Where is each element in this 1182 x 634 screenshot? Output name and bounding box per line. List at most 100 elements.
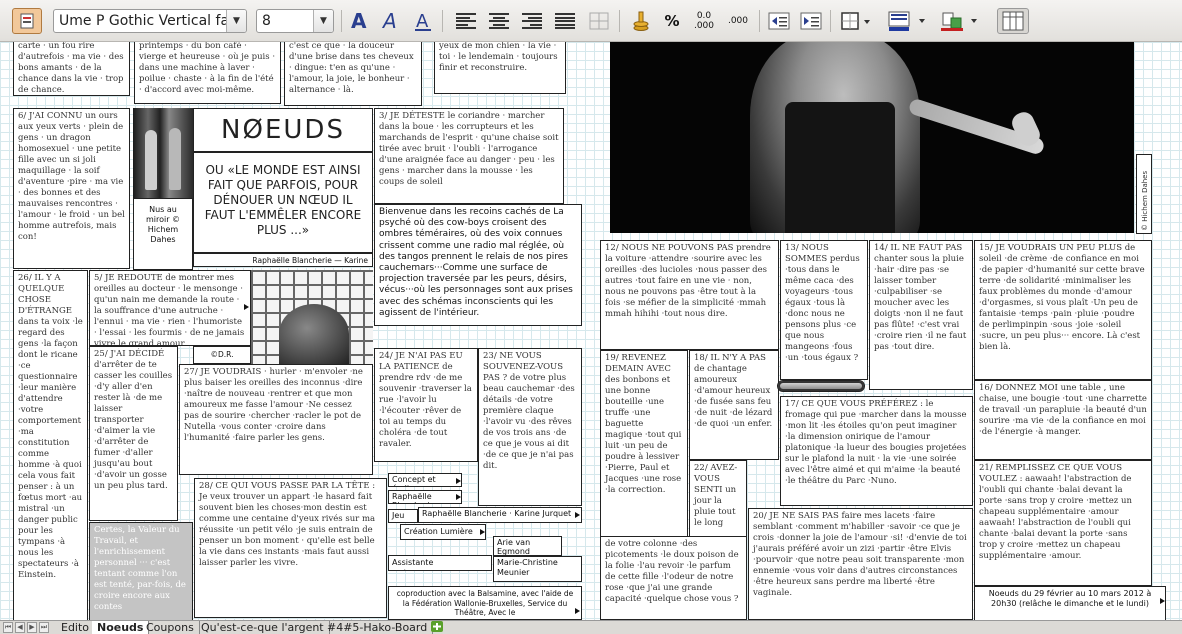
title-cell[interactable]: NØEUDS — [193, 108, 373, 152]
cell-20-sais-pas[interactable]: 20/ JE NE SAIS PAS faire mes lacets ·fai… — [748, 508, 973, 620]
tab-coupons[interactable]: Coupons — [141, 621, 200, 634]
cell-14-faut[interactable]: 14/ IL NE FAUT PAS chanter sous la pluie… — [869, 240, 973, 390]
show-subtitle: OU «LE MONDE EST AINSI FAIT QUE PARFOIS,… — [204, 163, 362, 237]
overflow-arrow — [456, 478, 461, 484]
toolbar-separator — [759, 10, 760, 32]
tab-label: #4#5-Hako-Board — [327, 621, 428, 634]
cell-3-deteste[interactable]: 3/ JE DÉTESTE le coriandre · marcher dan… — [374, 108, 564, 204]
venue-cell[interactable]: Noeuds du 29 février au 10 mars 2012 à 2… — [974, 586, 1166, 620]
cell-26-etrange[interactable]: 26/ IL Y A QUELQUE CHOSE D'ÉTRANGE dans … — [13, 270, 88, 620]
cell-5-redoute[interactable]: 5/ JE REDOUTE de montrer mes oreilles au… — [89, 270, 251, 346]
cell-top-1[interactable]: carte · un fou rire d'autrefois · ma vie… — [13, 42, 130, 96]
cell-21-remplissez[interactable]: 21/ REMPLISSEZ CE QUE VOUS VOULEZ : aawa… — [974, 460, 1152, 586]
cell-16-donnez[interactable]: 16/ DONNEZ MOI une table , une chaise, u… — [974, 380, 1152, 460]
add-sheet-button[interactable] — [426, 621, 448, 634]
coprod-cell[interactable]: coproduction avec la Balsamine, avec l'a… — [388, 586, 582, 620]
align-center-button[interactable] — [486, 8, 512, 34]
plus-icon — [431, 621, 443, 632]
cell-text: 27/ JE VOUDRAIS · hurler · m'envoler ·ne… — [184, 367, 363, 443]
intro-cell[interactable]: Bienvenue dans les recoins cachés de La … — [374, 204, 582, 326]
value-jeu[interactable]: Raphaëlle Blancherie · Karine Jurquet — [418, 507, 582, 523]
justify-button[interactable] — [552, 8, 578, 34]
bold-icon: A — [351, 10, 367, 32]
percent-button[interactable]: % — [660, 8, 684, 34]
font-size-value: 8 — [262, 13, 271, 29]
cell-text: coproduction avec la Balsamine, avec l'a… — [396, 589, 574, 617]
merge-cells-button[interactable] — [586, 8, 612, 34]
label-assist[interactable]: Assistante Scénographe — [388, 555, 492, 571]
cell-text: printemps · du bon café · vierge et heur… — [139, 42, 276, 95]
cell-top-4[interactable]: yeux de mon chien · la vie · toi · le le… — [434, 42, 566, 94]
styles-button[interactable] — [12, 8, 42, 34]
italic-button[interactable]: A — [378, 8, 404, 34]
borders-button[interactable] — [838, 8, 876, 34]
tab-hako-board[interactable]: #4#5-Hako-Board — [322, 621, 434, 634]
decrease-indent-button[interactable] — [766, 8, 792, 34]
cell-25-decide[interactable]: 25/ J'AI DÉCIDÉ d'arrêter de te casser l… — [89, 346, 178, 521]
number-format-button[interactable]: 0.0 .000 — [690, 8, 718, 34]
spreadsheet-grid[interactable]: carte · un fou rire d'autrefois · ma vie… — [0, 42, 1182, 620]
label-concept[interactable]: Concept et écriture — [388, 473, 462, 487]
percent-icon: % — [664, 12, 680, 30]
font-size-combo[interactable]: 8 ▼ — [256, 9, 334, 33]
increase-indent-button[interactable] — [798, 8, 824, 34]
value-creation[interactable]: Arie van Egmond — [493, 536, 562, 556]
cell-top-2[interactable]: printemps · du bon café · vierge et heur… — [134, 42, 281, 104]
last-sheet-button[interactable]: ⏭ — [39, 622, 49, 633]
first-sheet-button[interactable]: ⏮ — [3, 622, 13, 633]
cell-23-souvenez[interactable]: 23/ NE VOUS SOUVENEZ-VOUS PAS ? de votre… — [478, 348, 582, 506]
delete-decimal-button[interactable]: .000 — [724, 8, 752, 34]
scroll-handle[interactable] — [777, 380, 865, 392]
cell-text: 15/ JE VOUDRAIS UN PEU PLUS de soleil ·d… — [979, 243, 1145, 352]
overflow-arrow — [244, 304, 249, 310]
align-right-button[interactable] — [519, 8, 545, 34]
font-name-combo[interactable]: Ume P Gothic Vertical fa ▼ — [53, 9, 247, 33]
font-color-button[interactable] — [938, 8, 984, 34]
subtitle-cell[interactable]: OU «LE MONDE EST AINSI FAIT QUE PARFOIS,… — [193, 152, 373, 253]
dancer-top — [785, 102, 895, 233]
cell-17-preferez[interactable]: 17/ CE QUE VOUS PRÉFÉREZ : le fromage qu… — [780, 396, 973, 506]
cell-19-revenez[interactable]: 19/ REVENEZ DEMAIN AVEC des bonbons et u… — [600, 350, 688, 540]
credit-dr-cell: ©D.R. — [193, 346, 251, 364]
authors-cell[interactable]: Raphaëlle Blancherie — Karine — [193, 253, 373, 267]
gray-quote-cell[interactable]: Certes, la Valeur du Travail, et l'enric… — [89, 522, 193, 620]
tab-edito[interactable]: Edito — [56, 621, 96, 634]
value-concept[interactable]: Raphaëlle Blancherie — [388, 490, 462, 504]
background-color-button[interactable] — [886, 8, 932, 34]
cell-24-patience[interactable]: 24/ JE N'AI PAS EU LA PATIENCE de prendr… — [374, 348, 478, 462]
currency-button[interactable] — [628, 8, 654, 34]
label-jeu[interactable]: Jeu — [388, 509, 418, 523]
cell-13-sommes[interactable]: 13/ NOUS SOMMES perdus ·tous dans le mêm… — [780, 240, 868, 380]
chevron-down-icon[interactable]: ▼ — [226, 10, 246, 32]
toolbar-separator — [619, 10, 620, 32]
cell-text: Jeu — [392, 511, 405, 520]
font-name-value: Ume P Gothic Vertical fa — [59, 13, 230, 29]
column-view-button[interactable] — [997, 8, 1029, 34]
align-left-button[interactable] — [453, 8, 479, 34]
cell-text: de votre colonne ·des picotements ·le do… — [605, 539, 739, 604]
cell-text: 17/ CE QUE VOUS PRÉFÉREZ : le fromage qu… — [785, 399, 967, 486]
cage-figure — [279, 304, 349, 364]
cell-12-pouvons[interactable]: 12/ NOUS NE POUVONS PAS prendre la voitu… — [600, 240, 779, 350]
next-sheet-button[interactable]: ▶ — [27, 622, 37, 633]
chevron-down-icon[interactable]: ▼ — [313, 10, 333, 32]
cell-text: Raphaëlle Blancherie · Karine Jurquet — [422, 509, 572, 518]
cell-27-voudrais[interactable]: 27/ JE VOUDRAIS · hurler · m'envoler ·ne… — [179, 364, 373, 475]
bold-button[interactable]: A — [346, 8, 372, 34]
merge-cells-icon — [589, 12, 609, 30]
cell-28-tete[interactable]: 28/ CE QUI VOUS PASSE PAR LA TÊTE : Je v… — [194, 478, 387, 618]
styles-icon — [20, 13, 34, 29]
prev-sheet-button[interactable]: ◀ — [15, 622, 25, 633]
cell-bottom-colonne[interactable]: de votre colonne ·des picotements ·le do… — [600, 536, 747, 620]
cell-22-avez-vous[interactable]: 22/ AVEZ-VOUS SENTI un jour la pluie tou… — [689, 460, 747, 540]
toolbar-separator — [341, 10, 342, 32]
cell-15-peu-plus[interactable]: 15/ JE VOUDRAIS UN PEU PLUS de soleil ·d… — [974, 240, 1152, 380]
label-creation[interactable]: Création Lumière — [400, 524, 486, 540]
tab-argent[interactable]: Qu'est-ce-que l'argent — [196, 621, 330, 634]
cell-6-ours[interactable]: 6/ J'AI CONNU un ours aux yeux verts · p… — [13, 108, 130, 269]
cell-18-chantage[interactable]: 18/ IL N'Y A PAS de chantage amoureux ·d… — [689, 350, 779, 460]
underline-icon: A — [415, 11, 431, 32]
value-assist[interactable]: Marie-Christine Meunier — [493, 556, 582, 582]
cell-top-3[interactable]: c'est ce que · la douceur d'une brise da… — [284, 42, 422, 106]
underline-button[interactable]: A — [410, 8, 436, 34]
